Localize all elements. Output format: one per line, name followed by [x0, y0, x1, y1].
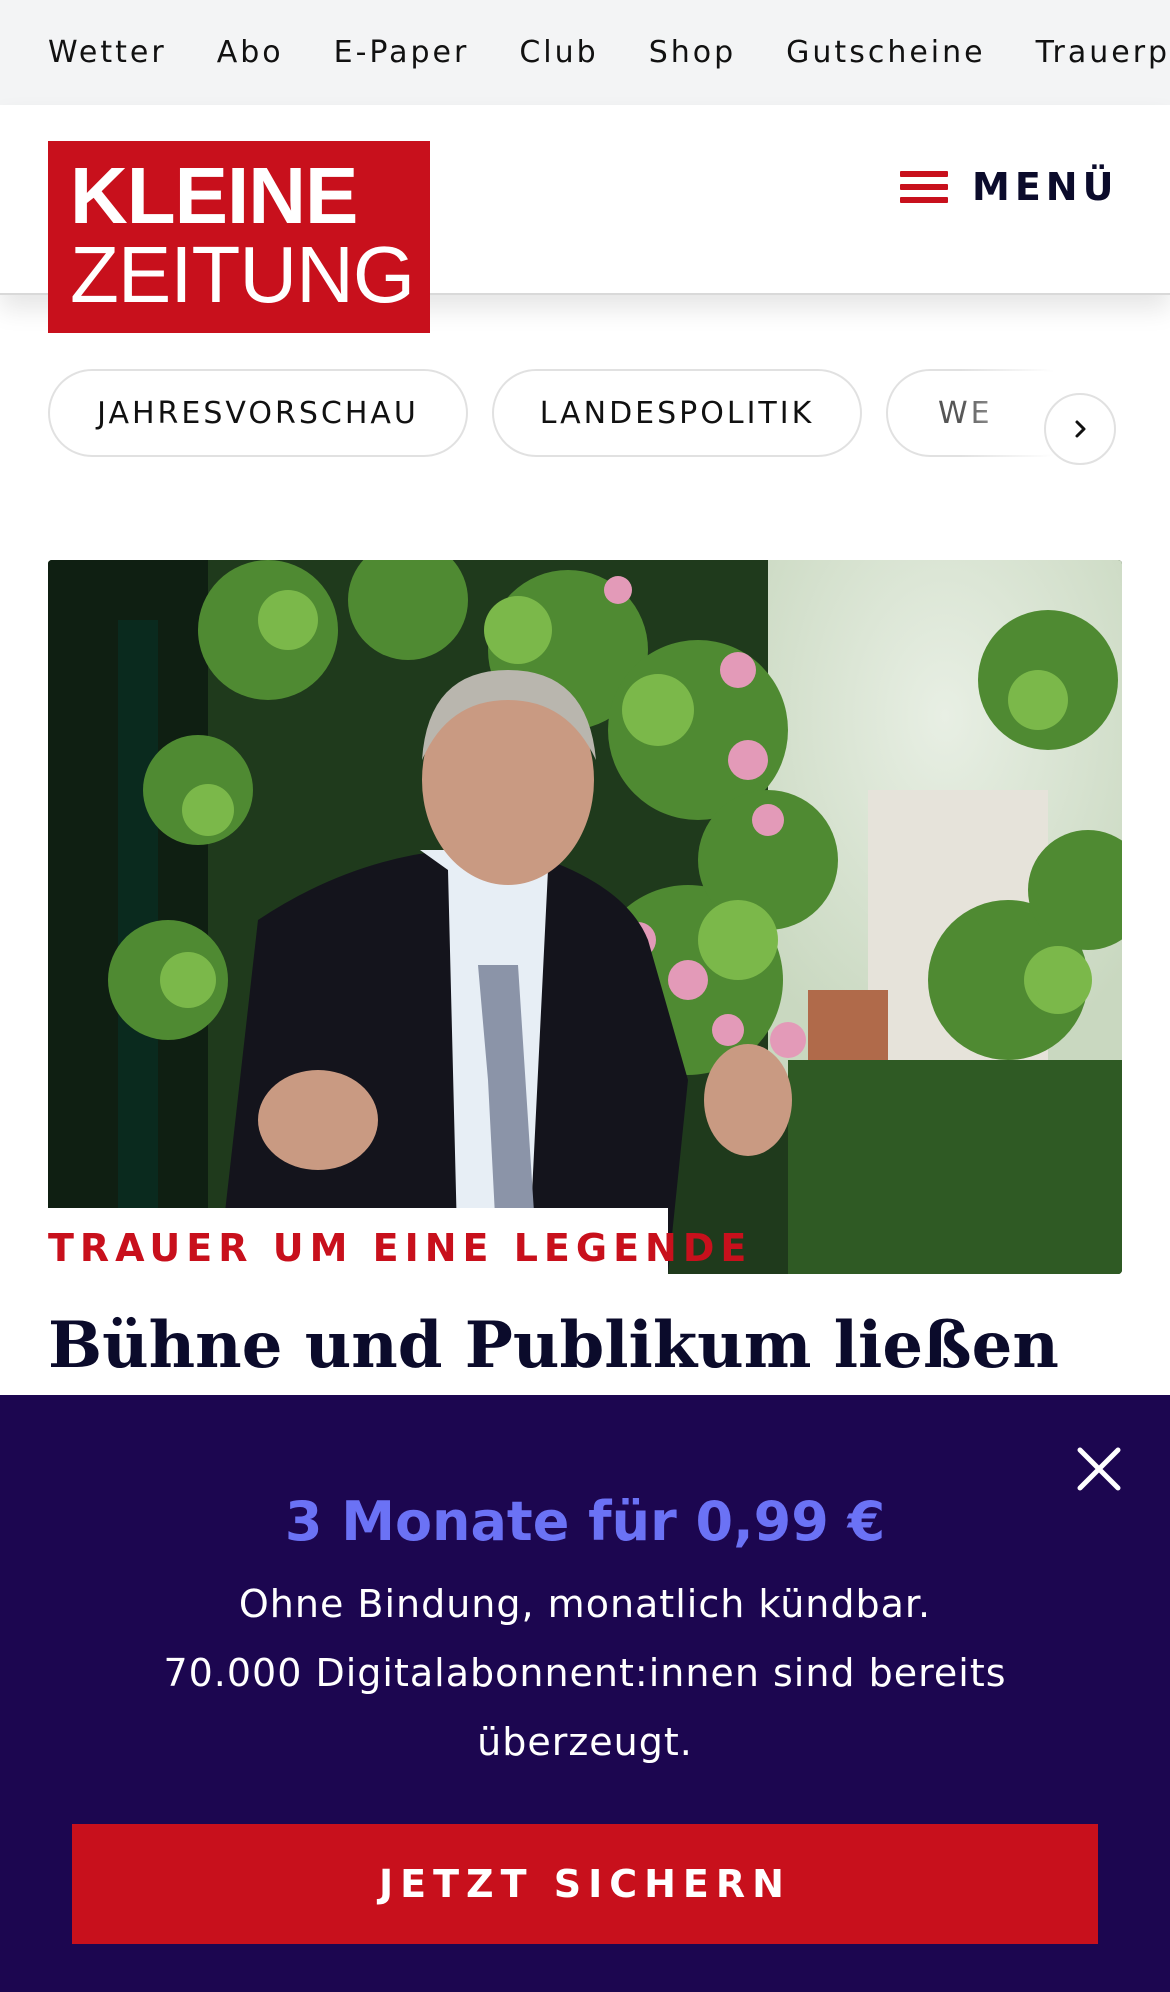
offer-headline: 3 Monate für 0,99 € — [284, 1490, 886, 1553]
topic-chips: JAHRESVORSCHAU LANDESPOLITIK WE — [0, 365, 1170, 465]
subscribe-cta-button[interactable]: JETZT SICHERN — [72, 1824, 1098, 1944]
utility-link-club[interactable]: Club — [519, 35, 598, 70]
utility-link-gutscheine[interactable]: Gutscheine — [786, 35, 985, 70]
menu-label: MENÜ — [972, 165, 1119, 209]
article-teaser-image[interactable] — [48, 560, 1122, 1274]
utility-link-shop[interactable]: Shop — [649, 35, 736, 70]
chevron-right-icon — [1075, 420, 1086, 438]
chip-jahresvorschau[interactable]: JAHRESVORSCHAU — [48, 369, 468, 457]
menu-button[interactable]: MENÜ — [900, 165, 1118, 209]
utility-link-trauerportal[interactable]: Trauerp — [1036, 35, 1170, 70]
hamburger-icon — [900, 169, 948, 205]
close-overlay-button[interactable] — [1074, 1444, 1124, 1494]
logo-line-2: ZEITUNG — [70, 230, 415, 319]
article-kicker: TRAUER UM EINE LEGENDE — [48, 1226, 753, 1270]
utility-link-wetter[interactable]: Wetter — [48, 35, 167, 70]
utility-link-abo[interactable]: Abo — [217, 35, 284, 70]
article-headline[interactable]: Bühne und Publikum ließen — [48, 1306, 1059, 1386]
utility-link-epaper[interactable]: E-Paper — [334, 35, 470, 70]
site-logo[interactable]: KLEINE ZEITUNG — [48, 141, 430, 333]
chips-next-button[interactable] — [1044, 393, 1116, 465]
offer-line-1: Ohne Bindung, monatlich kündbar. — [238, 1582, 932, 1626]
logo-line-1: KLEINE — [70, 151, 358, 240]
utility-links: Wetter Abo E-Paper Club Shop Gutscheine … — [48, 0, 1170, 105]
offer-description: Ohne Bindung, monatlich kündbar. 70.000 … — [150, 1570, 1020, 1777]
chip-landespolitik[interactable]: LANDESPOLITIK — [492, 369, 862, 457]
close-icon — [1077, 1447, 1121, 1491]
offer-line-2: 70.000 Digitalabonnent:innen sind bereit… — [163, 1651, 1007, 1764]
top-utility-bar: Wetter Abo E-Paper Club Shop Gutscheine … — [0, 0, 1170, 105]
site-header: KLEINE ZEITUNG MENÜ — [0, 105, 1170, 333]
